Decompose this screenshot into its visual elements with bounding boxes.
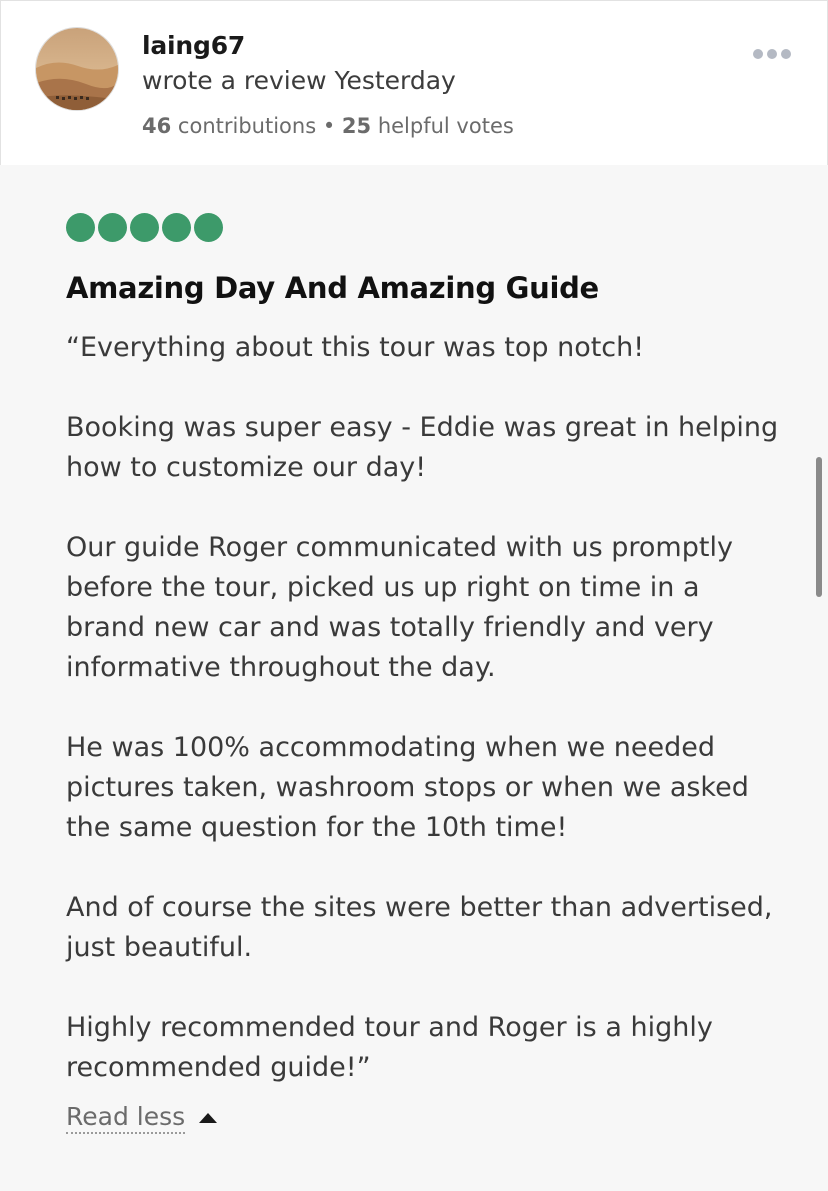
review-paragraph: Booking was super easy - Eddie was great…	[66, 412, 779, 483]
reviewer-stats: 46 contributions • 25 helpful votes	[142, 114, 514, 138]
read-less-label: Read less	[66, 1102, 186, 1134]
contributions-label: contributions	[177, 114, 317, 138]
helpful-votes-count: 25	[341, 114, 372, 138]
avatar-image	[36, 28, 118, 110]
review-header: laing67 wrote a review Yesterday 46 cont…	[0, 0, 828, 165]
review-action-text: wrote a review Yesterday	[142, 66, 456, 95]
rating-bubble-icon	[98, 213, 127, 242]
read-less-button[interactable]: Read less	[66, 1102, 218, 1134]
username[interactable]: laing67	[142, 31, 245, 60]
caret-up-icon	[199, 1113, 218, 1123]
rating-bubble-icon	[194, 213, 223, 242]
review-card: laing67 wrote a review Yesterday 46 cont…	[0, 0, 828, 1191]
review-body: “Everything about this tour was top notc…	[66, 328, 786, 1128]
rating-bubble-icon	[130, 213, 159, 242]
contributions-count: 46	[142, 114, 172, 138]
more-options-button[interactable]	[753, 49, 791, 59]
rating-bubbles	[66, 213, 223, 242]
rating-bubble-icon	[66, 213, 95, 242]
review-paragraph: Our guide Roger communicated with us pro…	[66, 532, 733, 683]
scrollbar[interactable]	[816, 457, 822, 597]
review-paragraph: And of course the sites were better than…	[66, 892, 773, 963]
review-paragraph: Highly recommended tour and Roger is a h…	[66, 1012, 713, 1083]
avatar[interactable]	[35, 27, 119, 111]
rating-bubble-icon	[162, 213, 191, 242]
review-paragraph: “Everything about this tour was top notc…	[66, 332, 645, 363]
more-horizontal-icon	[767, 49, 777, 59]
helpful-votes-label: helpful votes	[377, 114, 514, 138]
more-horizontal-icon	[753, 49, 763, 59]
review-title: Amazing Day And Amazing Guide	[66, 271, 599, 305]
stats-separator: •	[322, 114, 336, 138]
more-horizontal-icon	[781, 49, 791, 59]
review-paragraph: He was 100% accommodating when we needed…	[66, 732, 749, 843]
